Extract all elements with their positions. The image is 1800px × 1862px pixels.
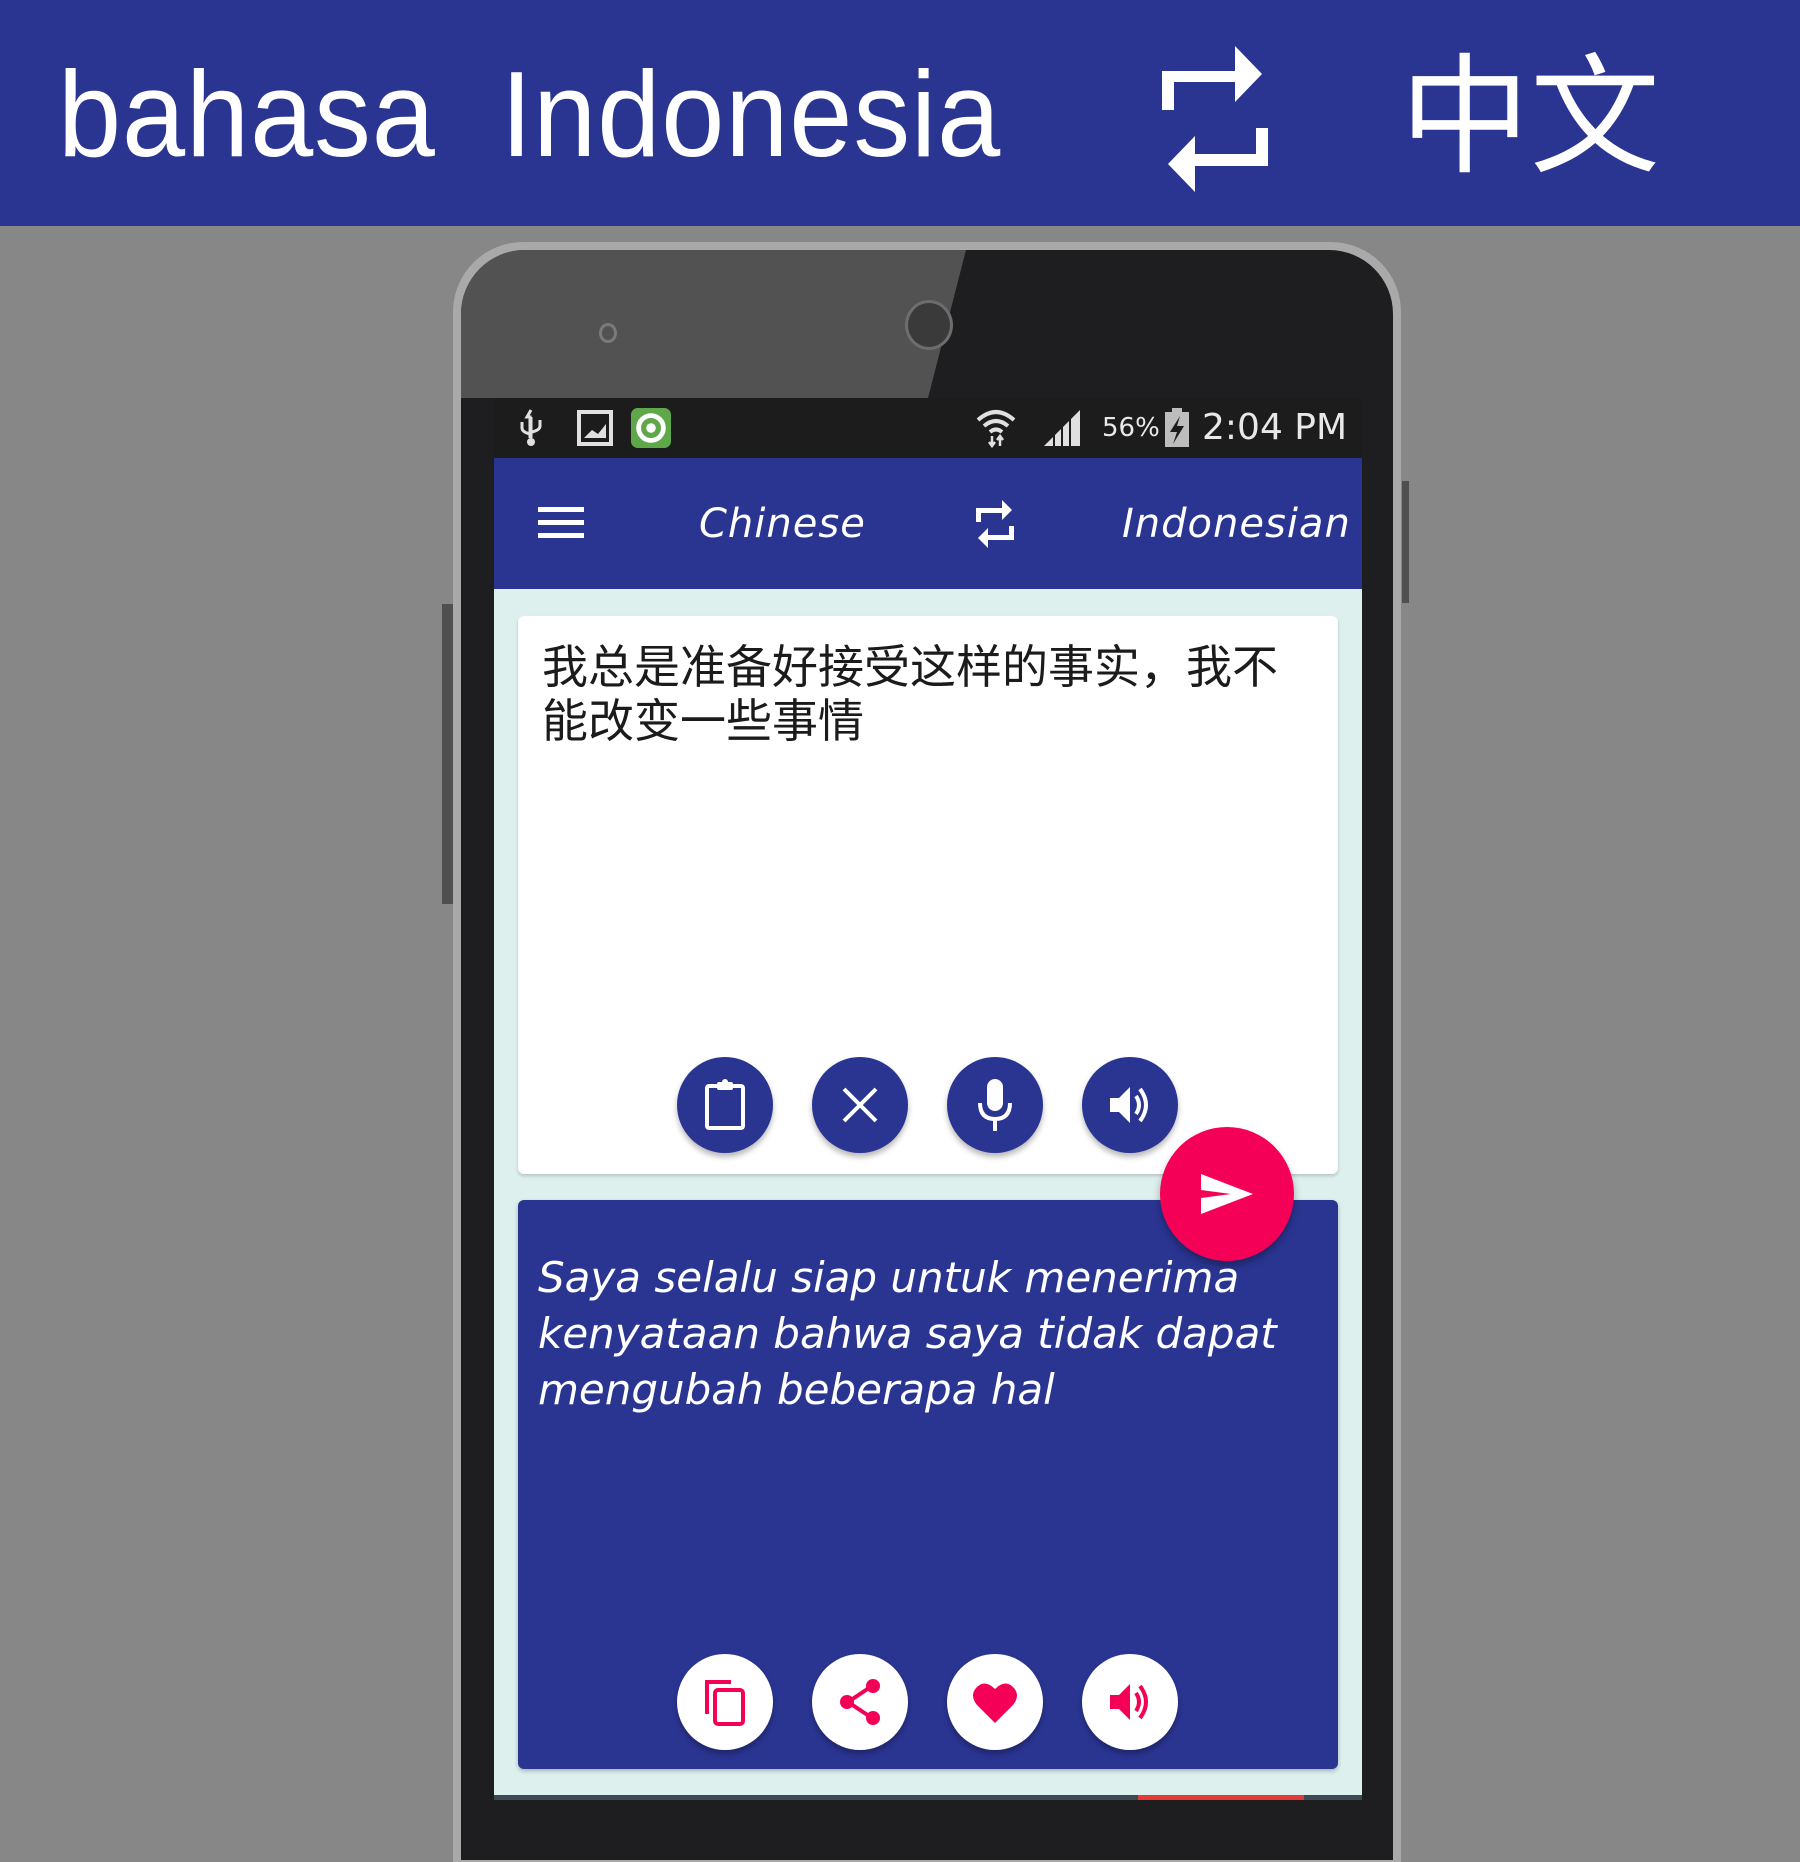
speaker-icon (1110, 1087, 1148, 1123)
share-icon (840, 1679, 880, 1725)
app-notification-icon (631, 408, 671, 448)
usb-icon (520, 409, 542, 446)
swap-languages-button[interactable] (972, 500, 1018, 548)
phone-volume-button (442, 604, 453, 904)
output-card: Saya selalu siap untuk menerima kenyataa… (518, 1200, 1338, 1769)
hamburger-menu-icon[interactable] (538, 503, 584, 543)
send-icon (1201, 1174, 1253, 1214)
speak-translation-button[interactable] (1082, 1654, 1178, 1750)
phone-front-camera (905, 300, 953, 350)
image-icon (577, 410, 613, 446)
share-button[interactable] (812, 1654, 908, 1750)
status-bar: 56% 2:04 PM (494, 398, 1362, 458)
speaker-icon (1110, 1684, 1148, 1720)
swap-arrows-icon (1162, 46, 1268, 192)
wifi-icon (976, 410, 1016, 448)
copy-icon (705, 1680, 745, 1726)
microphone-icon (978, 1079, 1012, 1131)
paste-button[interactable] (677, 1057, 773, 1153)
promo-banner: bahasa Indonesia 中文 (0, 0, 1800, 226)
source-language-selector[interactable]: Chinese (699, 496, 866, 552)
signal-icon (1044, 410, 1080, 446)
banner-target-language: 中文 (1400, 41, 1661, 193)
input-card: 我总是准备好接受这样的事实，我不能改变一些事情 (518, 616, 1338, 1174)
phone-screen: 56% 2:04 PM Chinese Indonesian 我总是准备好接受这… (494, 398, 1362, 1800)
target-language-selector[interactable]: Indonesian (1122, 496, 1351, 552)
translate-button[interactable] (1160, 1127, 1294, 1261)
close-icon (842, 1087, 878, 1123)
copy-button[interactable] (677, 1654, 773, 1750)
status-time: 2:04 PM (1202, 407, 1348, 448)
clipboard-icon (705, 1079, 745, 1130)
banner-source-language: bahasa Indonesia (58, 46, 1002, 182)
phone-sensor (599, 323, 617, 343)
clear-button[interactable] (812, 1057, 908, 1153)
voice-input-button[interactable] (947, 1057, 1043, 1153)
favorite-button[interactable] (947, 1654, 1043, 1750)
battery-percentage: 56% (1102, 413, 1160, 443)
translated-text: Saya selalu siap untuk menerima kenyataa… (538, 1253, 1277, 1414)
battery-charging-icon (1165, 408, 1189, 447)
phone-power-button (1402, 481, 1409, 603)
bottom-nav-accent (1138, 1795, 1304, 1800)
app-toolbar: Chinese Indonesian (494, 458, 1362, 589)
heart-icon (973, 1683, 1017, 1723)
source-text-input[interactable]: 我总是准备好接受这样的事实，我不能改变一些事情 (542, 640, 1322, 748)
speak-source-button[interactable] (1082, 1057, 1178, 1153)
